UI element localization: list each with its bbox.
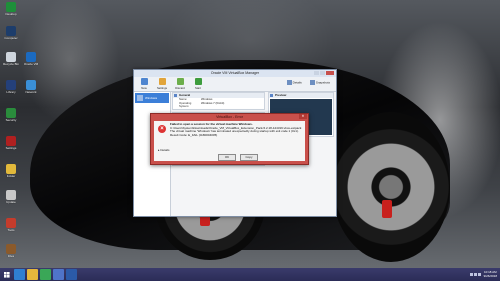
rear-brake xyxy=(382,200,392,218)
detail-key: Operating System: xyxy=(179,100,192,109)
window-title-bar[interactable]: Oracle VM VirtualBox Manager xyxy=(134,70,336,77)
app-icon xyxy=(26,80,36,90)
vm-list-item-windows[interactable]: Windows xyxy=(135,93,169,103)
virtualbox-icon[interactable] xyxy=(66,269,77,280)
desktop-icon[interactable]: Library xyxy=(2,80,20,95)
clock-date: 9/26/2018 xyxy=(483,273,497,278)
desktop-icon-label: Folder xyxy=(6,175,16,178)
desktop-icon[interactable]: Desktop xyxy=(2,2,20,17)
internet-explorer-icon[interactable] xyxy=(14,269,25,280)
battery-icon[interactable] xyxy=(477,273,481,276)
app-icon xyxy=(6,190,16,200)
error-dialog[interactable]: VirtualBox - Error ✕ × Failed to open a … xyxy=(150,113,309,165)
discard-icon xyxy=(176,78,184,85)
app-icon xyxy=(6,52,16,62)
app-icon xyxy=(6,2,16,12)
details-toggle[interactable]: ▸ Details xyxy=(158,148,170,152)
settings-button[interactable]: Settings xyxy=(155,78,169,90)
desktop-icon[interactable]: Folder xyxy=(2,164,20,179)
windows-logo-icon xyxy=(3,271,10,278)
section-header[interactable]: General xyxy=(173,93,264,98)
window-title: Oracle VM VirtualBox Manager xyxy=(210,71,260,75)
desktop-icon-label: Recycle Bin xyxy=(3,63,19,66)
desktop-icon[interactable]: Update xyxy=(2,190,20,205)
desktop-icon[interactable]: Computer xyxy=(2,26,20,41)
app-icon xyxy=(6,80,16,90)
preview-title: Preview xyxy=(269,93,333,98)
app-icon xyxy=(6,108,16,118)
dialog-close-button[interactable]: ✕ xyxy=(299,114,307,119)
dialog-result-code: Result Code: E_FAIL (0x80004005) xyxy=(170,132,218,137)
app-icon xyxy=(6,244,16,254)
details-icon xyxy=(286,80,292,85)
desktop-icon-label: Security xyxy=(5,119,17,122)
desktop-icon-label: Update xyxy=(6,201,16,204)
details-section: General Name: Windows Operating System: Wind… xyxy=(172,92,265,110)
app-icon xyxy=(26,52,36,62)
ok-button[interactable]: OK xyxy=(218,154,236,161)
rear-wheel xyxy=(332,112,450,262)
details-tab[interactable]: Details xyxy=(286,80,302,85)
app-icon xyxy=(6,164,16,174)
system-tray: 10:18 AM 9/26/2018 xyxy=(469,268,497,281)
window-controls xyxy=(314,71,334,75)
windows-os-icon xyxy=(137,95,143,101)
camera-icon xyxy=(309,80,315,85)
desktop-icon-label: Oracle VM xyxy=(23,63,39,66)
store-icon[interactable] xyxy=(53,269,64,280)
volume-icon[interactable] xyxy=(473,273,477,276)
start-arrow-icon xyxy=(194,78,202,85)
desktop-icon-label: Settings xyxy=(5,147,17,150)
desktop-icon-label: Files xyxy=(7,255,15,258)
desktop-icon[interactable]: Tools xyxy=(2,218,20,233)
app-icon xyxy=(6,218,16,228)
new-icon xyxy=(140,78,148,85)
desktop-icon[interactable]: Settings xyxy=(2,136,20,151)
start-button[interactable] xyxy=(0,268,13,281)
gear-icon xyxy=(158,78,166,85)
tray-icons xyxy=(469,273,481,276)
snapshots-tab[interactable]: Snapshots xyxy=(309,80,330,85)
desktop-icon[interactable]: Recycle Bin xyxy=(2,52,20,67)
desktop-icon-label: Computer xyxy=(4,37,18,40)
clock[interactable]: 10:18 AM 9/26/2018 xyxy=(483,270,497,278)
start-button[interactable]: Start xyxy=(191,78,205,90)
desktop-icon[interactable]: Security xyxy=(2,108,20,123)
close-button[interactable] xyxy=(326,71,334,75)
taskbar: 10:18 AM 9/26/2018 xyxy=(0,268,500,281)
pinned-apps xyxy=(13,269,78,280)
desktop-icon-label: Tools xyxy=(7,229,15,232)
detail-row: Operating System: Windows 7 (64-bit) xyxy=(173,100,264,109)
file-explorer-icon[interactable] xyxy=(27,269,38,280)
desktop-icon[interactable]: Oracle VM xyxy=(22,52,40,67)
maximize-button[interactable] xyxy=(320,71,325,75)
new-button[interactable]: New xyxy=(137,78,151,90)
view-toggle: Details Snapshots xyxy=(286,80,330,85)
detail-value: Windows 7 (64-bit) xyxy=(201,100,225,105)
desktop-icon[interactable]: Files xyxy=(2,244,20,259)
desktop-icon-label: Network xyxy=(25,91,37,94)
minimize-button[interactable] xyxy=(314,71,319,75)
desktop-icon-label: Desktop xyxy=(5,13,17,16)
toolbar: New Settings Discard Start Details Snaps… xyxy=(134,77,336,92)
network-icon[interactable] xyxy=(469,273,473,276)
dialog-title-bar[interactable]: VirtualBox - Error ✕ xyxy=(151,114,308,120)
error-icon: × xyxy=(158,125,166,133)
copy-button[interactable]: Copy xyxy=(240,154,258,161)
desktop-icon-label: Library xyxy=(6,91,16,94)
app-icon xyxy=(6,26,16,36)
app-icon xyxy=(6,136,16,146)
dialog-title: VirtualBox - Error xyxy=(216,115,243,119)
desktop-icon[interactable]: Network xyxy=(22,80,40,95)
dialog-body: × Failed to open a session for the virtu… xyxy=(154,121,305,161)
discard-button[interactable]: Discard xyxy=(173,78,187,90)
dialog-message: Failed to open a session for the virtual… xyxy=(170,122,302,137)
chrome-icon[interactable] xyxy=(40,269,51,280)
